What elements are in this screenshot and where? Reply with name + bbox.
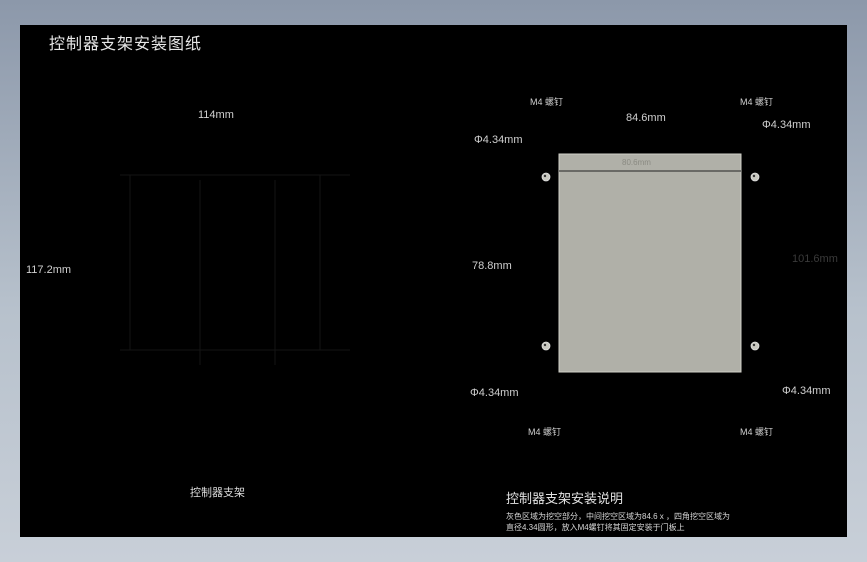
right-width-label: 84.6mm <box>626 112 666 124</box>
left-caption: 控制器支架 <box>190 487 245 499</box>
screw-label-top-right: M4 螺钉 <box>740 97 774 107</box>
left-height-label: 117.2mm <box>26 264 72 276</box>
notes-line-1: 灰色区域为挖空部分，中间挖空区域为84.6 x ，四角挖空区域为 <box>506 512 731 521</box>
screw-label-top-left: M4 螺钉 <box>530 97 564 107</box>
left-bracket-outline <box>120 174 350 365</box>
notes-line-2: 直径4.34圆形，放入M4螺钉将其固定安装于门板上 <box>506 523 685 532</box>
inner-width-label: 80.6mm <box>622 158 651 167</box>
hole-bottom-right <box>750 341 760 351</box>
hole-label-bottom-right: Φ4.34mm <box>782 385 831 397</box>
hole-label-top-left: Φ4.34mm <box>474 134 523 146</box>
hole-label-top-right: Φ4.34mm <box>762 119 811 131</box>
right-height-right-label: 101.6mm <box>792 253 838 265</box>
screw-label-bottom-left: M4 螺钉 <box>528 427 562 437</box>
hole-label-bottom-left: Φ4.34mm <box>470 387 519 399</box>
left-width-label: 114mm <box>198 109 234 121</box>
center-cutout <box>558 153 742 373</box>
notes-title: 控制器支架安装说明 <box>506 491 624 506</box>
drawing-canvas: 控制器支架安装图纸 114mm 117.2mm 控制器支架 M4 螺钉 M4 螺… <box>20 25 847 537</box>
drawing-graphics <box>120 153 760 373</box>
right-height-left-label: 78.8mm <box>472 260 512 272</box>
hole-bottom-left <box>541 341 551 351</box>
screw-label-bottom-right: M4 螺钉 <box>740 427 774 437</box>
hole-top-right <box>750 172 760 182</box>
hole-top-left <box>541 172 551 182</box>
